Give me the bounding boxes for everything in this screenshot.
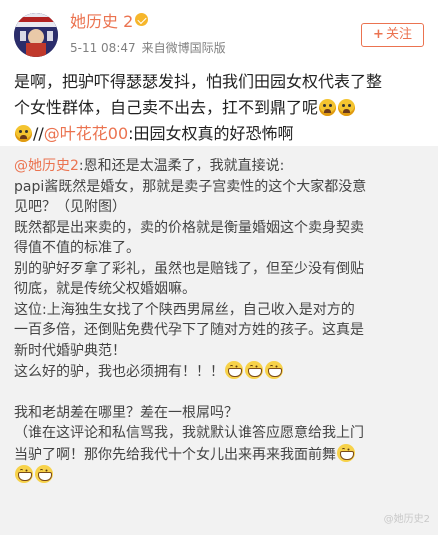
follow-label: 关注: [385, 27, 412, 42]
user-mention-link[interactable]: @叶花花00: [44, 124, 128, 143]
fearful-face-icon: [338, 99, 356, 116]
verified-badge-icon: [135, 13, 149, 26]
comment-line: 新时代婚驴典范！: [14, 342, 126, 359]
grinning-face-icon: [225, 361, 243, 379]
post-text: 是啊，把驴吓得瑟瑟发抖，怕我们田园女权代表了整 个女性群体，自己卖不出去，扛不到…: [14, 69, 426, 147]
comment-line: 别的驴好歹拿了彩礼，虽然也是赔钱了，但至少没有倒贴: [14, 260, 364, 277]
comment-line: 我和老胡差在哪里？差在一根屌吗？: [14, 404, 238, 421]
grinning-face-icon: [245, 361, 263, 379]
post-line: 是啊，把驴吓得瑟瑟发抖，怕我们田园女权代表了整: [14, 72, 383, 91]
username-text[interactable]: 她历史: [70, 12, 118, 31]
comment-line: 这么好的驴，我也必须拥有！！！: [14, 361, 432, 383]
comment-line: 这位:上海独生女找了个陕西男屌丝，自己收入是对方的: [14, 301, 355, 318]
comment-line: 见吧？（见附图）: [14, 199, 126, 215]
grinning-face-icon: [337, 443, 355, 462]
username[interactable]: 她历史 2: [70, 12, 149, 32]
retweeted-content[interactable]: @她历史2:恩和还是太温柔了，我就直接说: papi酱既然是婚女，那就是卖子宫卖…: [0, 146, 438, 535]
post-line: 个女性群体，自己卖不出去，扛不到鼎了呢: [14, 95, 426, 121]
fearful-face-icon: [319, 99, 337, 116]
fearful-face-icon: [15, 125, 32, 142]
user-level-number: 2: [123, 12, 134, 31]
comment-line: 一百多倍，还倒贴免费代孕下了随对方姓的孩子。这真是: [14, 322, 364, 338]
post-time[interactable]: 5-11 08:47: [70, 41, 136, 55]
comment-line: @她历史2:恩和还是太温柔了，我就直接说:: [14, 156, 432, 177]
grinning-face-icon: [265, 361, 283, 379]
post-header: 她历史 2 5-11 08:47 来自微博国际版 + 关注: [0, 0, 438, 66]
comment-line: 彻底，就是传统父权婚姻嘛。: [14, 281, 196, 297]
user-mention-link[interactable]: @她历史2: [14, 158, 79, 174]
retweeted-text: @她历史2:恩和还是太温柔了，我就直接说: papi酱既然是婚女，那就是卖子宫卖…: [14, 156, 432, 487]
comment-line: papi酱既然是婚女，那就是卖子宫卖性的这个大家都没意: [14, 178, 367, 195]
avatar-image: [14, 13, 58, 57]
comment-line: 当驴了啊！那你先给我代十个女儿出来再来我面前舞: [14, 443, 432, 466]
follow-button[interactable]: + 关注: [361, 23, 424, 47]
plus-icon: +: [373, 27, 384, 42]
grinning-face-icon: [15, 465, 33, 483]
comment-line-rest: :恩和还是太温柔了，我就直接说:: [78, 158, 285, 174]
post-line: //@叶花花00:田园女权真的好恐怖啊: [14, 121, 426, 147]
grinning-face-icon: [35, 465, 53, 483]
avatar[interactable]: [14, 13, 58, 57]
watermark: @她历史2: [383, 514, 430, 525]
post-meta: 5-11 08:47 来自微博国际版: [70, 40, 226, 56]
comment-line: （谁在这评论和私信骂我，我就默认谁答应愿意给我上门: [14, 425, 364, 441]
comment-line: 得值不值的标准了。: [14, 240, 140, 256]
post-source: 来自微博国际版: [141, 41, 226, 55]
comment-line: [14, 465, 432, 487]
comment-line: 既然都是出来卖的，卖的价格就是衡量婚姻这个卖身契卖: [14, 219, 364, 236]
